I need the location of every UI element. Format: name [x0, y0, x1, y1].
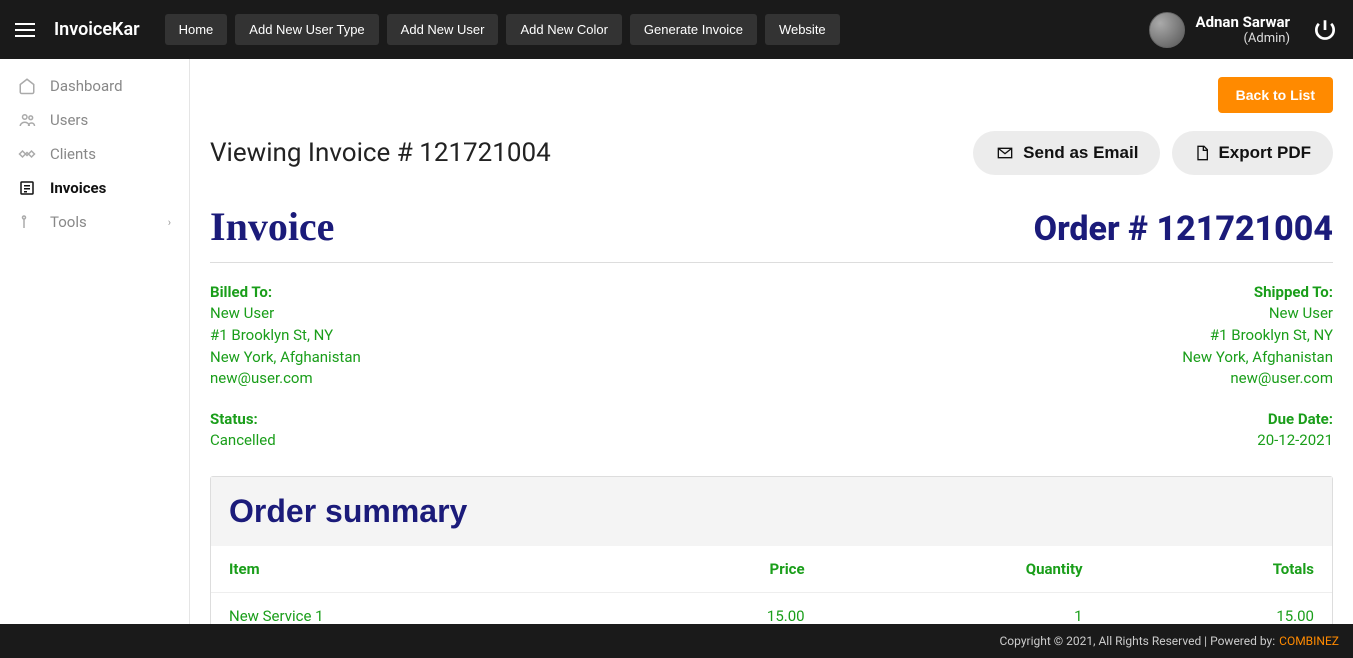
nav-generate-invoice-button[interactable]: Generate Invoice: [630, 14, 757, 45]
page-title: Viewing Invoice # 121721004: [210, 138, 551, 168]
due-date-label: Due Date:: [1257, 410, 1333, 428]
nav-add-user-type-button[interactable]: Add New User Type: [235, 14, 378, 45]
main-content: Back to List Viewing Invoice # 121721004…: [190, 59, 1353, 624]
cell-total: 15.00: [1101, 592, 1332, 624]
shipped-to-label: Shipped To:: [1182, 283, 1333, 301]
order-number: Order # 121721004: [1034, 209, 1333, 249]
pdf-icon: [1194, 143, 1210, 163]
chevron-right-icon: ›: [168, 216, 171, 229]
order-summary-title: Order summary: [211, 477, 1332, 546]
due-date-value: 20-12-2021: [1257, 430, 1333, 452]
user-role: (Admin): [1195, 31, 1290, 47]
cell-qty: 1: [823, 592, 1101, 624]
power-icon[interactable]: [1312, 17, 1338, 43]
billed-address2: New York, Afghanistan: [210, 347, 361, 369]
user-block[interactable]: Adnan Sarwar (Admin): [1149, 12, 1338, 48]
nav-buttons: Home Add New User Type Add New User Add …: [165, 14, 840, 45]
status-value: Cancelled: [210, 430, 276, 452]
sidebar-item-invoices[interactable]: Invoices: [0, 171, 189, 205]
order-summary-box: Order summary Item Price Quantity Totals: [210, 476, 1333, 624]
col-price: Price: [602, 546, 823, 593]
sidebar-item-clients[interactable]: Clients: [0, 137, 189, 171]
sidebar-item-dashboard[interactable]: Dashboard: [0, 69, 189, 103]
col-item: Item: [211, 546, 602, 593]
shipped-address2: New York, Afghanistan: [1182, 347, 1333, 369]
brand-logo[interactable]: InvoiceKar: [54, 19, 140, 40]
billed-email: new@user.com: [210, 368, 361, 390]
nav-add-color-button[interactable]: Add New Color: [506, 14, 621, 45]
table-row: New Service 1 15.00 1 15.00: [211, 592, 1332, 624]
sidebar-item-label: Dashboard: [50, 77, 123, 95]
export-pdf-button[interactable]: Export PDF: [1172, 131, 1333, 175]
sidebar-item-label: Users: [50, 111, 88, 129]
home-icon: [18, 77, 36, 95]
handshake-icon: [18, 145, 36, 163]
billed-to-label: Billed To:: [210, 283, 361, 301]
sidebar-item-users[interactable]: Users: [0, 103, 189, 137]
billed-name: New User: [210, 303, 361, 325]
nav-website-button[interactable]: Website: [765, 14, 840, 45]
sidebar-item-tools[interactable]: Tools ›: [0, 205, 189, 239]
footer-text: Copyright © 2021, All Rights Reserved | …: [1000, 634, 1276, 648]
sidebar-item-label: Tools: [50, 213, 87, 231]
hamburger-menu-icon[interactable]: [15, 18, 39, 42]
nav-add-user-button[interactable]: Add New User: [387, 14, 499, 45]
billed-address1: #1 Brooklyn St, NY: [210, 325, 361, 347]
send-email-button[interactable]: Send as Email: [973, 131, 1160, 175]
sidebar: Dashboard Users Clients Invoices Tools ›: [0, 59, 190, 624]
invoice-heading: Invoice: [210, 203, 334, 250]
shipped-name: New User: [1182, 303, 1333, 325]
export-pdf-label: Export PDF: [1218, 143, 1311, 163]
footer: Copyright © 2021, All Rights Reserved | …: [0, 624, 1353, 658]
users-icon: [18, 111, 36, 129]
tools-icon: [18, 213, 36, 231]
cell-price: 15.00: [602, 592, 823, 624]
col-totals: Totals: [1101, 546, 1332, 593]
col-qty: Quantity: [823, 546, 1101, 593]
send-email-label: Send as Email: [1023, 143, 1138, 163]
top-bar: InvoiceKar Home Add New User Type Add Ne…: [0, 0, 1353, 59]
shipped-email: new@user.com: [1182, 368, 1333, 390]
envelope-icon: [995, 145, 1015, 161]
user-name: Adnan Sarwar: [1195, 13, 1290, 31]
cell-item: New Service 1: [211, 592, 602, 624]
order-summary-table: Item Price Quantity Totals New Service 1…: [211, 546, 1332, 624]
footer-link[interactable]: COMBINEZ: [1279, 634, 1339, 648]
nav-home-button[interactable]: Home: [165, 14, 228, 45]
sidebar-item-label: Clients: [50, 145, 96, 163]
list-icon: [18, 179, 36, 197]
sidebar-item-label: Invoices: [50, 179, 106, 197]
avatar: [1149, 12, 1185, 48]
status-label: Status:: [210, 410, 276, 428]
back-to-list-button[interactable]: Back to List: [1218, 77, 1333, 113]
shipped-address1: #1 Brooklyn St, NY: [1182, 325, 1333, 347]
